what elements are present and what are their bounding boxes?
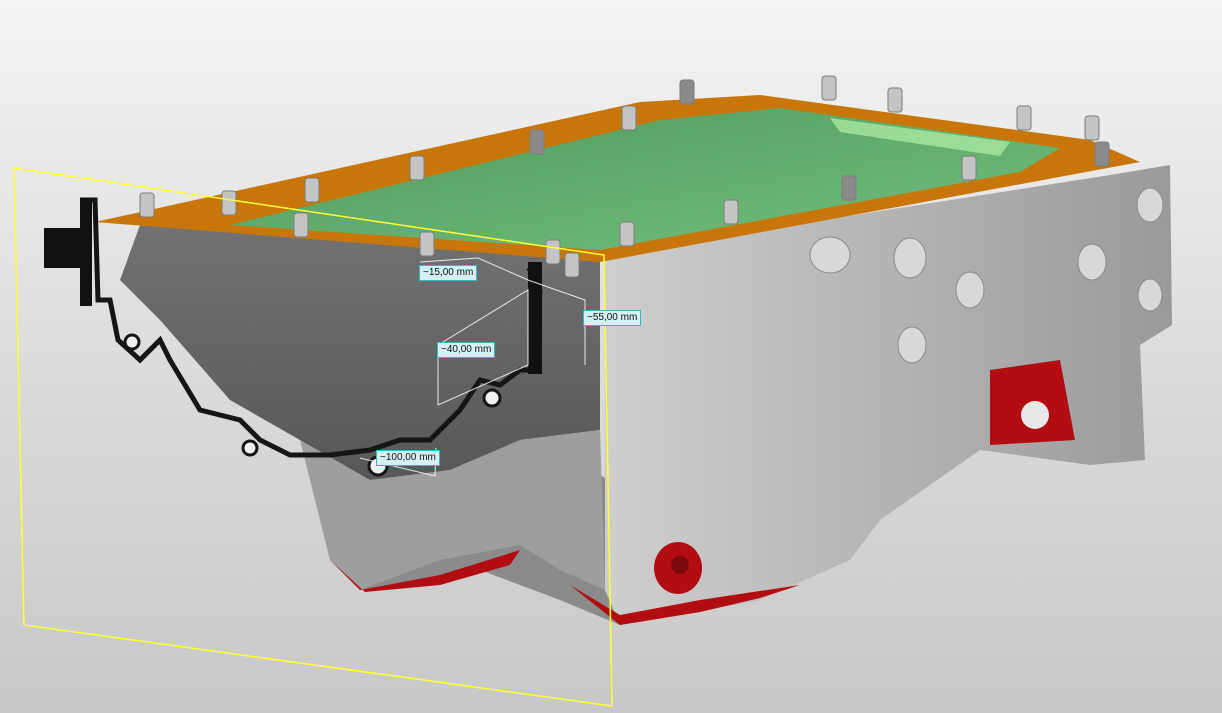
red-face-hole — [1021, 401, 1049, 429]
section-left-clip — [44, 228, 82, 268]
oil-pan-model[interactable] — [0, 0, 1222, 713]
drain-plug-hole — [671, 556, 689, 574]
dimension-label-100mm[interactable]: ~100,00 mm — [376, 450, 440, 466]
3d-viewport[interactable]: ~15,00 mm ~55,00 mm ~40,00 mm ~100,00 mm — [0, 0, 1222, 713]
section-right-stud — [528, 262, 542, 374]
dimension-label-15mm[interactable]: ~15,00 mm — [419, 265, 478, 281]
section-left-stud — [80, 198, 92, 306]
dimension-label-55mm[interactable]: ~55,00 mm — [583, 310, 642, 326]
dimension-label-40mm[interactable]: ~40,00 mm — [437, 342, 496, 358]
